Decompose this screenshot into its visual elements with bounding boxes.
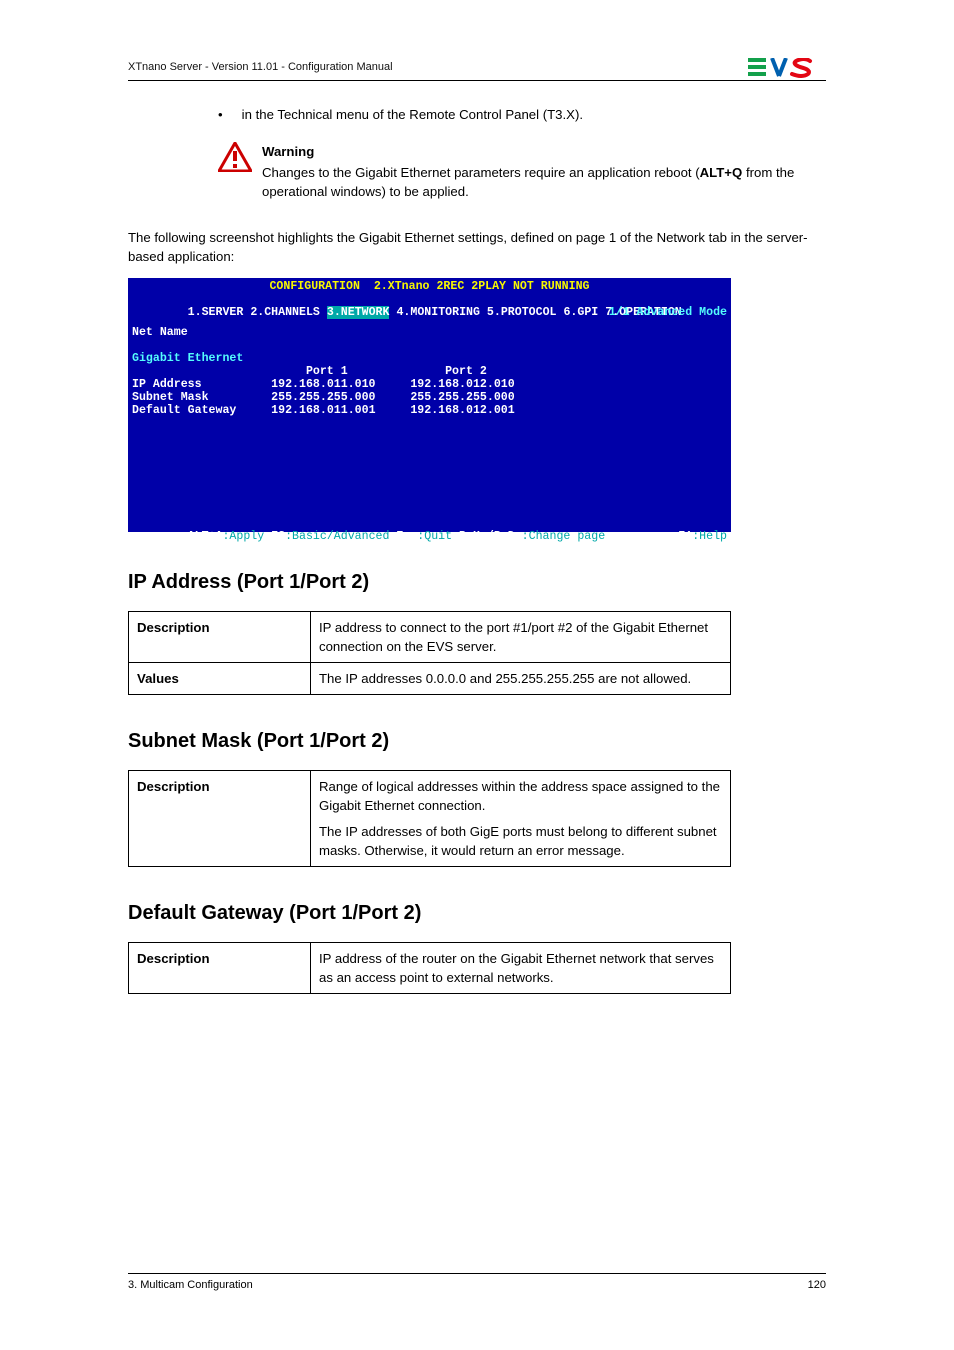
bullet-line: • in the Technical menu of the Remote Co… (218, 105, 826, 124)
doc-header-title: XTnano Server - Version 11.01 - Configur… (128, 60, 393, 76)
table-gateway: DescriptionIP address of the router on t… (128, 942, 731, 994)
bullet-dot-icon: • (218, 105, 238, 124)
config-screenshot: CONFIGURATION 2.XTnano 2REC 2PLAY NOT RU… (128, 278, 731, 532)
bullet-text: in the Technical menu of the Remote Cont… (242, 107, 583, 122)
warning-icon (218, 142, 252, 201)
heading-subnet: Subnet Mask (Port 1/Port 2) (128, 727, 826, 756)
evs-logo-icon (748, 58, 826, 78)
footer-section: 3. Multicam Configuration (128, 1278, 253, 1294)
warning-text: Changes to the Gigabit Ethernet paramete… (262, 163, 826, 201)
intro-paragraph: The following screenshot highlights the … (128, 228, 826, 266)
warning-title: Warning (262, 142, 826, 161)
heading-gateway: Default Gateway (Port 1/Port 2) (128, 899, 826, 928)
table-ip: DescriptionIP address to connect to the … (128, 611, 731, 695)
page-number: 120 (808, 1278, 826, 1294)
table-subnet: Description Range of logical addresses w… (128, 770, 731, 867)
heading-ip: IP Address (Port 1/Port 2) (128, 568, 826, 597)
